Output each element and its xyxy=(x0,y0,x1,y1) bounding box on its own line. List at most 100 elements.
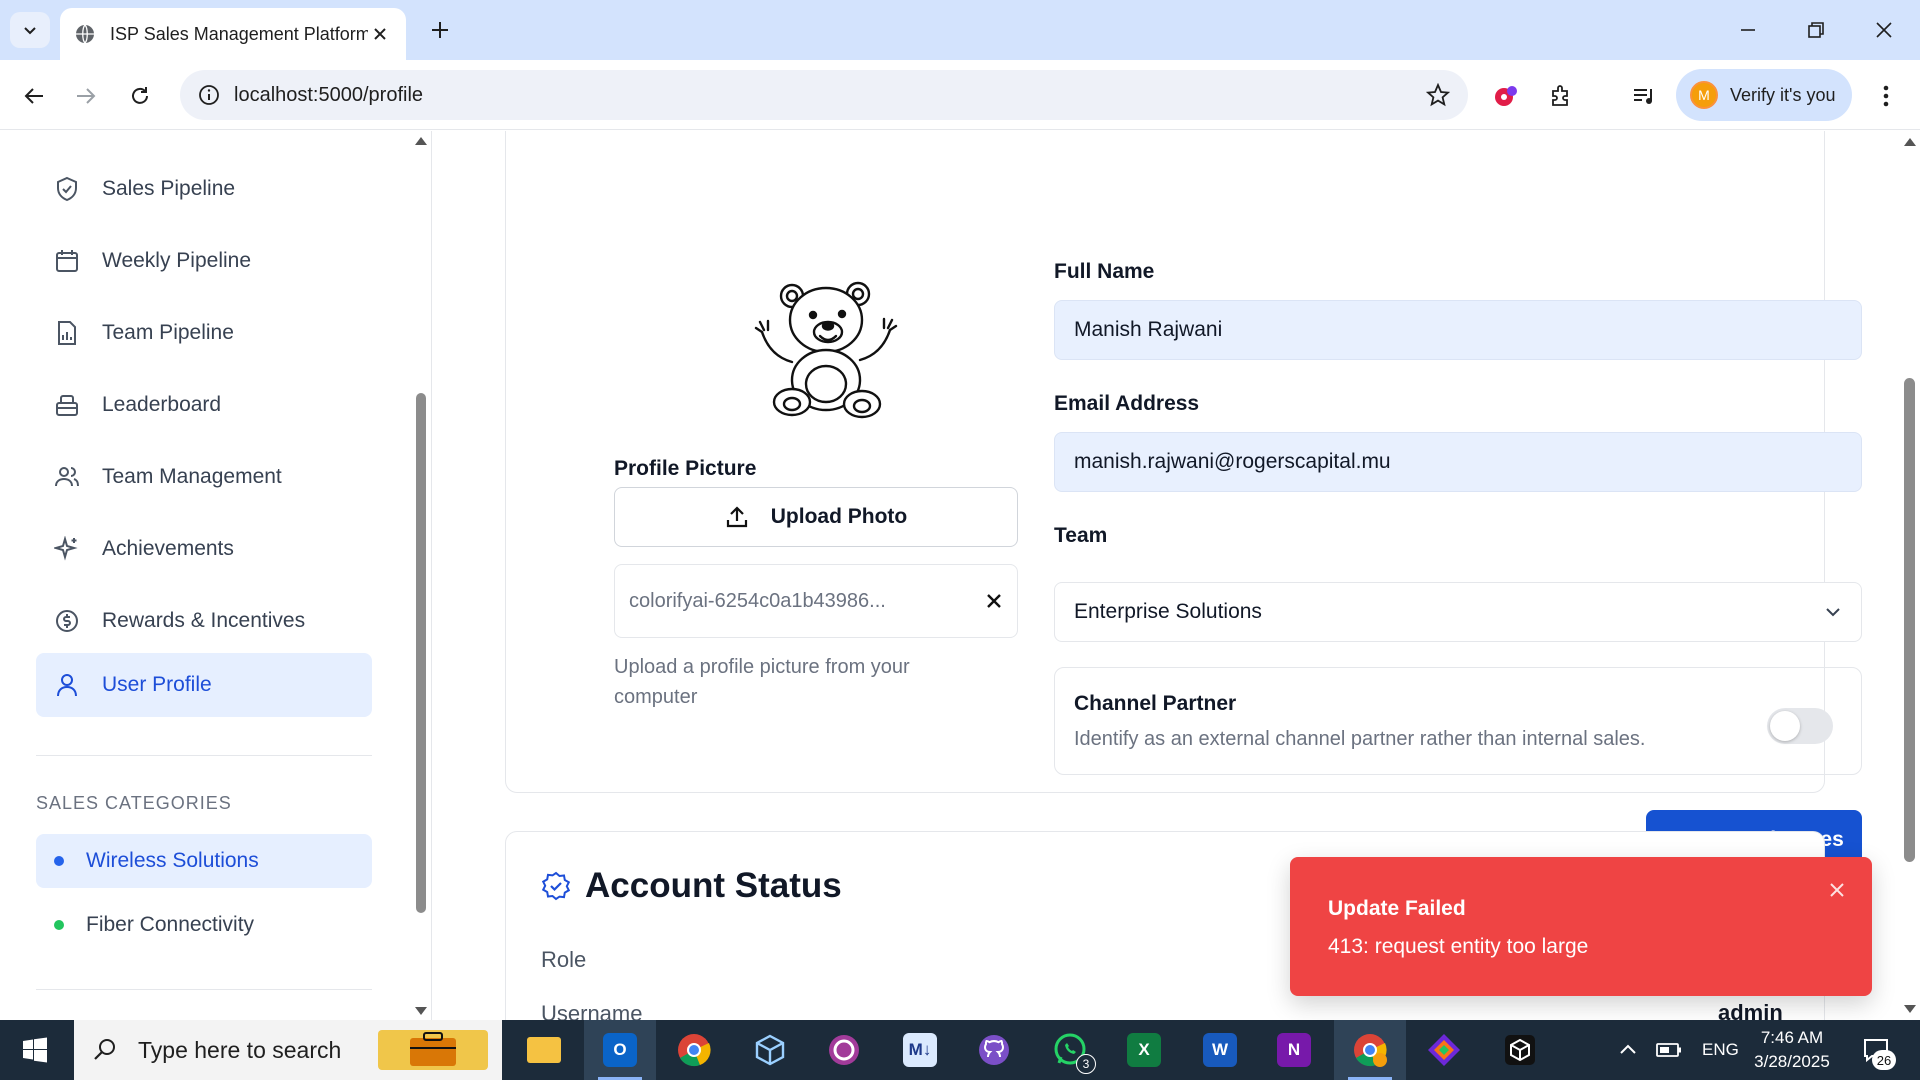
sidebar: Sales Pipeline Weekly Pipeline Team Pipe… xyxy=(0,131,432,1020)
battery-icon[interactable] xyxy=(1656,1041,1682,1059)
browser-tab-active[interactable]: ISP Sales Management Platform xyxy=(60,8,406,60)
channel-partner-toggle[interactable] xyxy=(1767,708,1833,744)
forward-button[interactable] xyxy=(66,76,106,116)
sidebar-item-rewards[interactable]: Rewards & Incentives xyxy=(36,589,372,653)
channel-partner-title: Channel Partner xyxy=(1074,692,1237,715)
taskbar-chrome-profile[interactable] xyxy=(1334,1020,1406,1080)
tab-title: ISP Sales Management Platform xyxy=(110,23,368,44)
browser-menu-button[interactable] xyxy=(1866,76,1906,116)
sidebar-item-achievements[interactable]: Achievements xyxy=(36,517,372,581)
start-button[interactable] xyxy=(0,1020,70,1080)
sidebar-item-team-pipeline[interactable]: Team Pipeline xyxy=(36,301,372,365)
sidebar-item-label: Team Pipeline xyxy=(102,321,234,344)
sidebar-item-leaderboard[interactable]: Leaderboard xyxy=(36,373,372,437)
taskbar-word[interactable]: W xyxy=(1184,1020,1256,1080)
new-tab-button[interactable] xyxy=(424,14,456,46)
upload-icon xyxy=(726,506,747,528)
taskbar-onenote[interactable]: N xyxy=(1258,1020,1330,1080)
taskbar-search[interactable]: Type here to search xyxy=(74,1020,502,1080)
bookmark-star-icon[interactable] xyxy=(1426,83,1450,107)
sidebar-item-weekly-pipeline[interactable]: Weekly Pipeline xyxy=(36,229,372,293)
username-value: admin xyxy=(1718,1000,1783,1020)
email-input[interactable]: manish.rajwani@rogerscapital.mu xyxy=(1054,432,1862,492)
taskbar-app-circle[interactable] xyxy=(808,1020,880,1080)
upload-photo-button[interactable]: Upload Photo xyxy=(614,487,1018,547)
chevron-up-icon[interactable] xyxy=(1618,1040,1638,1060)
sidebar-item-label: Leaderboard xyxy=(102,393,222,416)
team-select[interactable]: Enterprise Solutions xyxy=(1054,582,1862,642)
taskbar-whatsapp[interactable]: 3 xyxy=(1034,1020,1106,1080)
taskbar-file-explorer[interactable] xyxy=(508,1020,580,1080)
close-tab-icon[interactable] xyxy=(368,22,392,46)
trophy-icon xyxy=(56,395,78,416)
scroll-up-arrow-icon[interactable] xyxy=(415,137,427,145)
clock-time: 7:46 AM xyxy=(1760,1028,1824,1047)
upload-help-text: Upload a profile picture from your compu… xyxy=(614,656,910,708)
status-dot xyxy=(54,920,64,930)
close-window-button[interactable] xyxy=(1864,12,1904,48)
minimize-button[interactable] xyxy=(1728,12,1768,48)
onenote-icon: N xyxy=(1277,1033,1311,1067)
category-item-wireless[interactable]: Wireless Solutions xyxy=(36,834,372,888)
users-icon xyxy=(55,467,79,487)
system-tray: ENG xyxy=(1618,1020,1739,1080)
sidebar-item-team-management[interactable]: Team Management xyxy=(36,445,372,509)
extension-logo-icon xyxy=(1495,86,1517,106)
category-item-fiber[interactable]: Fiber Connectivity xyxy=(36,898,372,952)
profile-chip[interactable]: M Verify it's you xyxy=(1676,69,1852,121)
sidebar-item-user-profile[interactable]: User Profile xyxy=(36,653,372,717)
toast-close-icon[interactable] xyxy=(1826,879,1848,901)
chevron-down-icon xyxy=(24,27,36,35)
sidebar-scroll-thumb[interactable] xyxy=(416,393,426,913)
chevron-down-icon xyxy=(1826,608,1840,617)
toast-message: 413: request entity too large xyxy=(1328,935,1589,958)
selected-file-chip: colorifyai-6254c0a1b43986... xyxy=(614,564,1018,638)
url-text[interactable]: localhost:5000/profile xyxy=(234,84,1426,107)
main-scroll-thumb[interactable] xyxy=(1904,378,1915,862)
channel-partner-description: Identify as an external channel partner … xyxy=(1074,728,1646,750)
plus-icon xyxy=(432,22,448,38)
taskbar-markdown[interactable]: M↓ xyxy=(884,1020,956,1080)
site-info-icon[interactable] xyxy=(198,84,220,106)
excel-icon: X xyxy=(1127,1033,1161,1067)
restore-icon xyxy=(1808,22,1824,38)
taskbar-box-app[interactable] xyxy=(1484,1020,1556,1080)
taskbar-outlook[interactable]: O xyxy=(584,1020,656,1080)
sidebar-item-sales-pipeline[interactable]: Sales Pipeline xyxy=(36,157,372,221)
tab-search-button[interactable] xyxy=(10,12,50,48)
taskbar-excel[interactable]: X xyxy=(1108,1020,1180,1080)
windows-taskbar: Type here to search O M↓ 3 X W N ENG 7:4… xyxy=(0,1020,1920,1080)
browser-toolbar: localhost:5000/profile M Verify it's you xyxy=(0,60,1920,130)
remove-file-icon[interactable] xyxy=(985,592,1003,610)
extensions-button[interactable] xyxy=(1542,76,1582,116)
notification-count: 26 xyxy=(1872,1050,1896,1070)
sidebar-item-label: Achievements xyxy=(102,537,234,560)
full-name-input[interactable]: Manish Rajwani xyxy=(1054,300,1862,360)
folder-icon xyxy=(527,1037,561,1063)
extension-colorful-button[interactable] xyxy=(1486,76,1526,116)
sidebar-item-label: Rewards & Incentives xyxy=(102,609,306,632)
notification-center-button[interactable]: 26 xyxy=(1856,1030,1896,1070)
username-label: Username xyxy=(541,1001,643,1020)
taskbar-git-app[interactable] xyxy=(1408,1020,1480,1080)
restore-button[interactable] xyxy=(1796,12,1836,48)
profile-picture-image xyxy=(754,281,898,419)
scroll-down-arrow-icon[interactable] xyxy=(415,1007,427,1015)
puzzle-icon xyxy=(1552,85,1568,106)
media-control-button[interactable] xyxy=(1624,76,1664,116)
taskbar-app-cube[interactable] xyxy=(734,1020,806,1080)
address-bar[interactable]: localhost:5000/profile xyxy=(180,70,1468,120)
sidebar-item-label: Weekly Pipeline xyxy=(102,249,252,272)
taskbar-chrome[interactable] xyxy=(658,1020,730,1080)
taskbar-github[interactable] xyxy=(958,1020,1030,1080)
scroll-down-arrow-icon[interactable] xyxy=(1904,1005,1916,1013)
language-indicator[interactable]: ENG xyxy=(1702,1040,1739,1060)
back-button[interactable] xyxy=(14,76,54,116)
reload-button[interactable] xyxy=(120,76,160,116)
search-highlight-widget[interactable] xyxy=(378,1030,488,1070)
close-icon xyxy=(1876,22,1892,38)
reload-icon xyxy=(132,87,148,104)
box-app-icon xyxy=(1505,1035,1535,1065)
taskbar-clock[interactable]: 7:46 AM 3/28/2025 xyxy=(1742,1026,1842,1074)
scroll-up-arrow-icon[interactable] xyxy=(1904,138,1916,146)
